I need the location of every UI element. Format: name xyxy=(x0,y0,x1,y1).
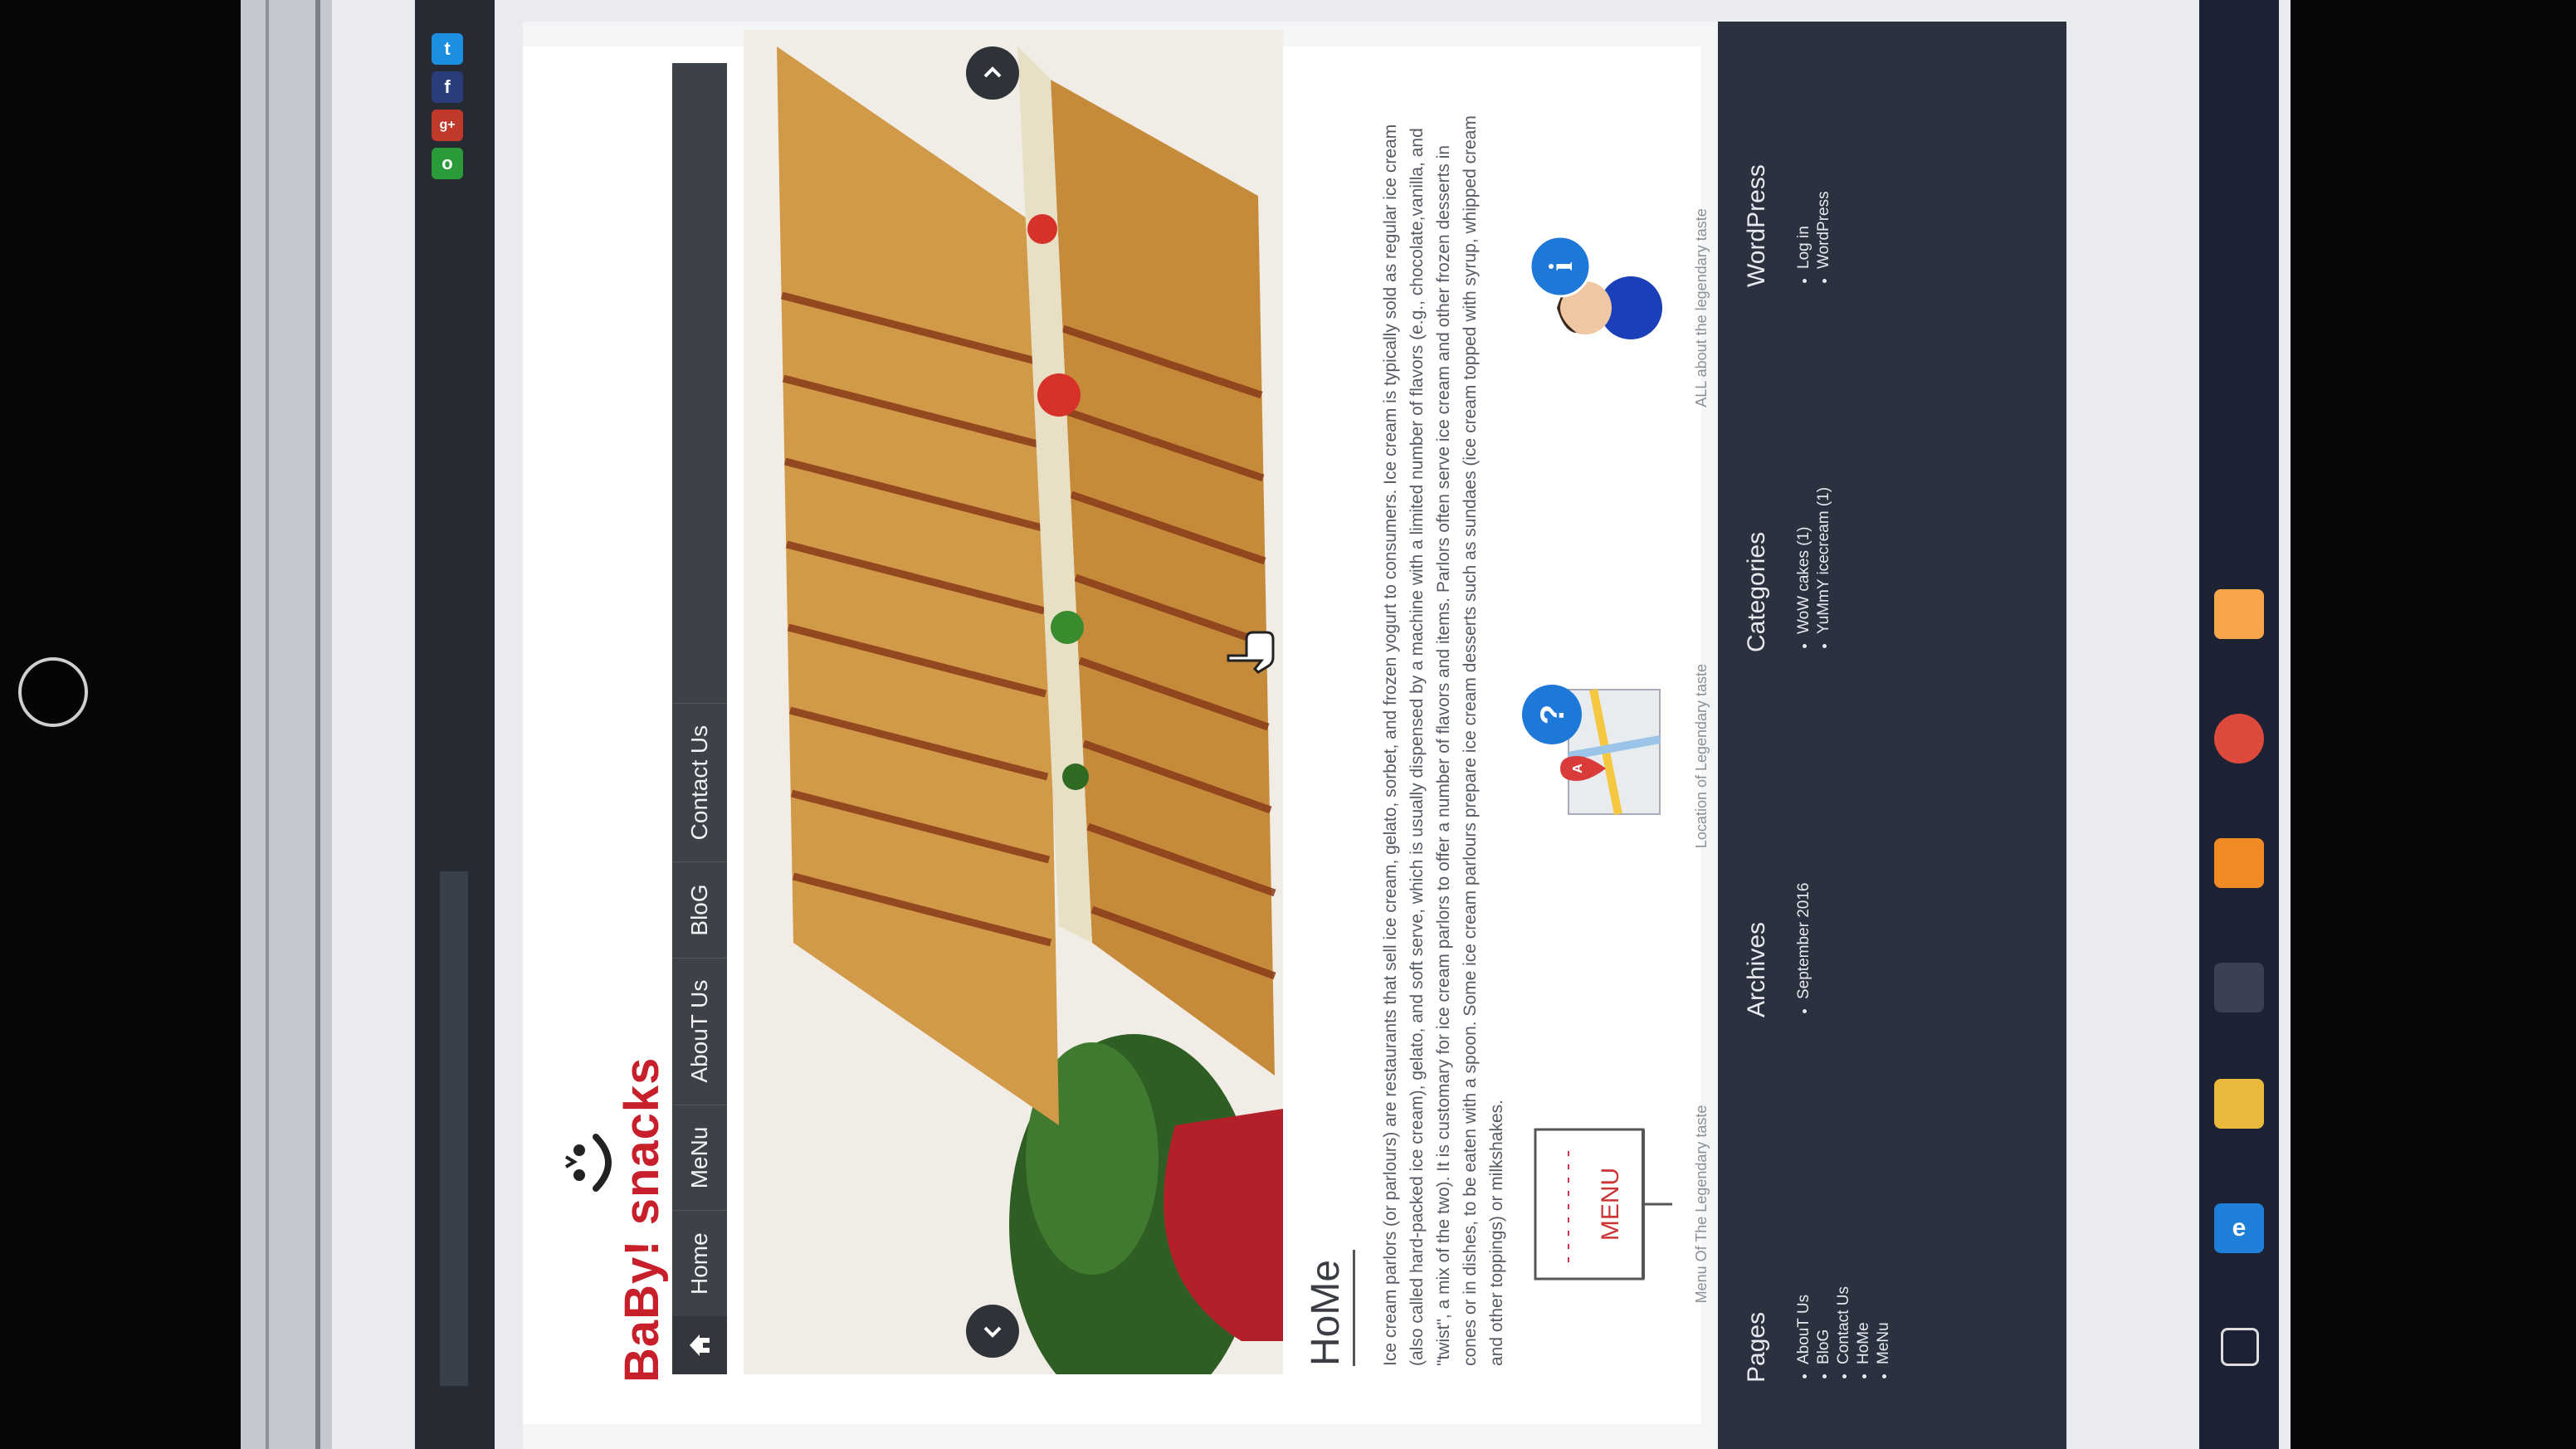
map-location-icon: A ? xyxy=(1522,685,1661,815)
home-icon xyxy=(690,1334,710,1356)
google-plus-icon[interactable]: g+ xyxy=(432,110,463,141)
chevron-right-icon xyxy=(983,66,1002,78)
chevron-left-icon xyxy=(983,1326,1002,1338)
footer-link[interactable]: BloG xyxy=(1814,1286,1834,1364)
hand-cursor-icon xyxy=(1227,631,1275,674)
image-slider[interactable] xyxy=(744,30,1283,1374)
site-logo[interactable]: BaBy! snacks xyxy=(556,926,669,1391)
nav-item-home[interactable]: Home xyxy=(672,1210,727,1316)
social-bar: t f g+ o xyxy=(432,33,473,179)
footer-archives-title: Archives xyxy=(1743,921,1770,1017)
svg-text:?: ? xyxy=(1534,705,1571,724)
screen: t f g+ o BaBy! snacks Home MeNu AbouT Us… xyxy=(241,0,2291,1449)
footer-link[interactable]: YuMmY icecream (1) xyxy=(1814,487,1834,634)
info-person-icon: i xyxy=(1529,235,1662,339)
footer-categories: Categories WoW cakes (1) YuMmY icecream … xyxy=(1743,487,1834,652)
nav-home-button[interactable] xyxy=(672,1316,727,1374)
footer-link[interactable]: Contact Us xyxy=(1834,1286,1854,1364)
page-title: HoMe xyxy=(1304,1259,1348,1366)
file-explorer-icon[interactable] xyxy=(2214,1079,2264,1129)
web-page: BaBy! snacks Home MeNu AbouT Us BloG Con… xyxy=(523,22,2066,1449)
svg-text:i: i xyxy=(1542,261,1579,271)
about-block[interactable]: i ALL about the legendary taste xyxy=(1519,171,1734,445)
footer-link[interactable]: WordPress xyxy=(1814,164,1834,269)
home-description: Ice cream parlors (or parlours) are rest… xyxy=(1381,115,1506,1366)
menu-board-icon: MENU xyxy=(1534,1128,1672,1281)
twitter-icon[interactable]: t xyxy=(432,33,463,65)
nav-item-about[interactable]: AbouT Us xyxy=(672,957,727,1105)
site-footer: Pages AbouT Us BloG Contact Us HoMe MeNu… xyxy=(1718,22,2066,1449)
footer-link[interactable]: MeNu xyxy=(1874,1286,1894,1364)
taskbar: e xyxy=(2199,0,2279,1449)
footer-categories-title: Categories xyxy=(1743,531,1770,652)
slider-prev-button[interactable] xyxy=(966,1305,1019,1358)
svg-text:A: A xyxy=(1571,764,1585,773)
main-nav: Home MeNu AbouT Us BloG Contact Us xyxy=(672,63,727,1374)
title-underline xyxy=(1353,1250,1355,1366)
site-title: BaBy! snacks xyxy=(615,1056,669,1383)
browser-border xyxy=(315,0,320,1449)
browser-frame xyxy=(241,0,332,1449)
footer-archives: Archives September 2016 xyxy=(1743,883,1814,1018)
edge-browser-icon[interactable]: e xyxy=(2214,1203,2264,1253)
device-camera xyxy=(18,657,88,727)
location-block[interactable]: A ? Location of Legendary taste xyxy=(1519,619,1734,893)
footer-link[interactable]: WoW cakes (1) xyxy=(1794,487,1814,634)
device-bezel xyxy=(2291,0,2576,1449)
xampp-icon[interactable] xyxy=(2214,589,2264,639)
footer-wordpress: WordPress Log in WordPress xyxy=(1743,164,1834,287)
footer-link[interactable]: Log in xyxy=(1794,164,1814,269)
chrome-icon[interactable] xyxy=(2214,714,2264,764)
slider-next-button[interactable] xyxy=(966,46,1019,100)
menu-block[interactable]: MENU Menu Of The Legendary taste xyxy=(1519,1067,1734,1341)
content-area: BaBy! snacks Home MeNu AbouT Us BloG Con… xyxy=(523,30,1710,1424)
menu-block-caption: Menu Of The Legendary taste xyxy=(1693,1105,1710,1304)
vlc-icon[interactable] xyxy=(2214,838,2264,888)
footer-wordpress-title: WordPress xyxy=(1743,164,1770,287)
store-icon[interactable] xyxy=(2214,963,2264,1012)
top-strip-shade xyxy=(440,871,468,1386)
about-block-caption: ALL about the legendary taste xyxy=(1693,208,1710,407)
top-strip xyxy=(415,0,495,1449)
footer-pages: Pages AbouT Us BloG Contact Us HoMe MeNu xyxy=(1743,1286,1894,1383)
nav-item-blog[interactable]: BloG xyxy=(672,861,727,958)
location-block-caption: Location of Legendary taste xyxy=(1693,663,1710,849)
footer-pages-title: Pages xyxy=(1743,1311,1770,1383)
nav-item-contact[interactable]: Contact Us xyxy=(672,702,727,862)
nav-item-menu[interactable]: MeNu xyxy=(672,1104,727,1211)
task-view-icon[interactable] xyxy=(2221,1328,2259,1366)
panini-sandwich-photo xyxy=(744,30,1283,1374)
browser-border xyxy=(266,0,269,1449)
footer-link[interactable]: AbouT Us xyxy=(1794,1286,1814,1364)
facebook-icon[interactable]: f xyxy=(432,71,463,103)
footer-link[interactable]: September 2016 xyxy=(1794,883,1814,1000)
rss-icon[interactable]: o xyxy=(432,148,463,179)
menu-board-label: MENU xyxy=(1597,1168,1624,1241)
footer-link[interactable]: HoMe xyxy=(1854,1286,1874,1364)
